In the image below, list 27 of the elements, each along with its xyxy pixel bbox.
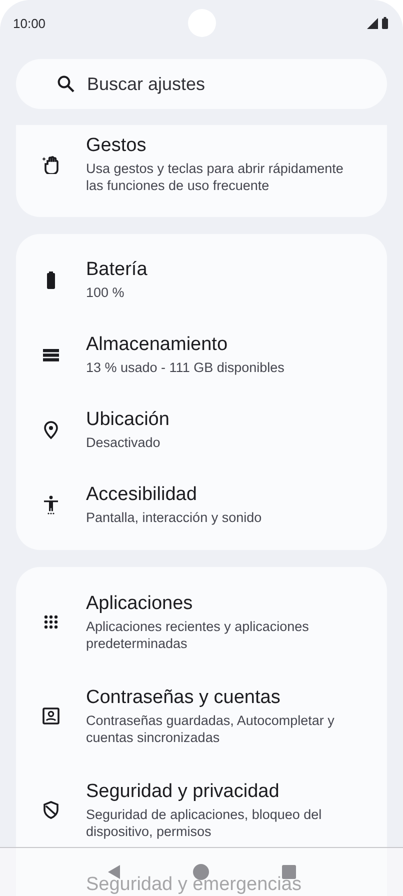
item-title: Accesibilidad — [86, 483, 198, 507]
item-subtitle: Usa gestos y teclas para abrir rápidamente las funciones de uso frecuente — [86, 160, 344, 194]
item-subtitle: Seguridad de aplicaciones, bloqueo del dispositivo, permisos — [86, 806, 323, 840]
item-subtitle: 13 % usado - 111 GB disponibles — [86, 359, 284, 376]
item-title: Aplicaciones — [86, 592, 194, 616]
item-subtitle: Pantalla, interacción y sonido — [86, 509, 262, 526]
item-subtitle: Contraseñas guardadas, Autocompletar y cuentas sincronizadas — [86, 712, 336, 746]
search-field[interactable]: Buscar ajustes — [16, 59, 387, 109]
hand-icon — [41, 154, 61, 174]
item-title: Contraseñas y cuentas — [86, 686, 282, 710]
item-title: Seguridad y privacidad — [86, 780, 280, 804]
item-title: Gestos — [86, 134, 148, 158]
clock-time: 10:00 — [13, 16, 46, 30]
item-title: Ubicación — [86, 408, 170, 432]
signal-icon — [366, 17, 378, 29]
search-icon — [57, 75, 75, 93]
item-subtitle: Aplicaciones recientes y aplicaciones predeterminadas — [86, 618, 310, 652]
item-subtitle: Desactivado — [86, 434, 162, 451]
person-icon — [41, 494, 61, 514]
battery-icon — [381, 17, 389, 29]
item-title: Seguridad y emergencias — [86, 873, 302, 896]
contact-card-icon — [41, 706, 61, 726]
location-pin-icon — [41, 420, 61, 440]
item-title: Almacenamiento — [86, 333, 229, 357]
shield-icon — [41, 800, 61, 820]
item-subtitle: 100 % — [86, 284, 126, 301]
item-title: Batería — [86, 258, 148, 282]
